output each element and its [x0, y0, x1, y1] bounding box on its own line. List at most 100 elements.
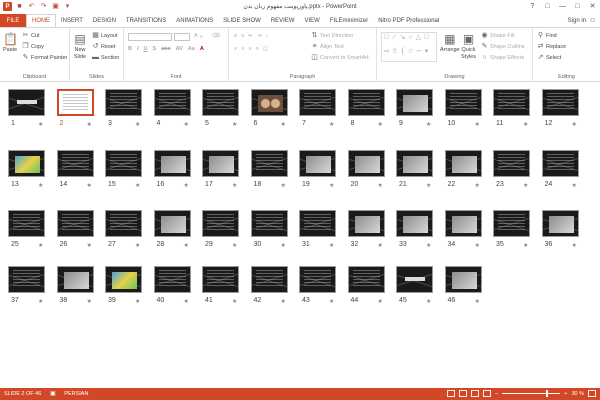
transition-star-icon[interactable]: ★: [426, 298, 431, 305]
tab-slide-show[interactable]: SLIDE SHOW: [218, 14, 266, 27]
arrow-shape-icon[interactable]: ↘: [399, 34, 406, 41]
up-arrow-shape-icon[interactable]: ⇧: [391, 48, 398, 55]
slide-thumbnail[interactable]: [299, 89, 336, 116]
clear-format-icon[interactable]: ⌫: [212, 33, 220, 39]
transition-star-icon[interactable]: ★: [184, 121, 189, 128]
slide-thumbnail[interactable]: [153, 150, 191, 177]
slide-thumbnail[interactable]: [202, 150, 239, 177]
strikethrough-icon[interactable]: abc: [161, 46, 170, 52]
slide-thumbnail[interactable]: [250, 150, 288, 177]
transition-star-icon[interactable]: ★: [232, 242, 237, 249]
slide-thumbnail[interactable]: [105, 210, 142, 237]
slide-thumbnail[interactable]: [347, 150, 385, 177]
transition-star-icon[interactable]: ★: [184, 242, 189, 249]
transition-star-icon[interactable]: ★: [281, 121, 286, 128]
format-painter-button[interactable]: ✎ Format Painter: [22, 54, 68, 61]
transition-star-icon[interactable]: ★: [87, 121, 92, 128]
slide-thumbnail[interactable]: [541, 210, 579, 237]
help-icon[interactable]: ?: [527, 1, 538, 11]
transition-star-icon[interactable]: ★: [378, 242, 383, 249]
underline-icon[interactable]: U: [144, 46, 148, 52]
slide-thumbnail[interactable]: [105, 266, 142, 293]
cut-button[interactable]: ✂ Cut: [22, 32, 40, 39]
oval-shape-icon[interactable]: ○: [407, 34, 414, 41]
slide-thumbnail[interactable]: [56, 266, 94, 293]
transition-star-icon[interactable]: ★: [184, 298, 189, 305]
square-shape-icon[interactable]: □: [423, 34, 430, 41]
zoom-level[interactable]: 30 %: [571, 391, 584, 397]
char-spacing-icon[interactable]: AV: [176, 46, 183, 52]
tab-animations[interactable]: ANIMATIONS: [171, 14, 218, 27]
close-icon[interactable]: ✕: [587, 1, 598, 11]
triangle-shape-icon[interactable]: △: [415, 34, 422, 41]
increase-indent-icon[interactable]: ⇥: [257, 33, 262, 39]
transition-star-icon[interactable]: ★: [38, 121, 43, 128]
transition-star-icon[interactable]: ★: [281, 182, 286, 189]
bullets-icon[interactable]: ≡: [234, 33, 237, 39]
quick-styles-button[interactable]: ▣ Quick Styles: [461, 32, 476, 60]
transition-star-icon[interactable]: ★: [329, 242, 334, 249]
slide-thumbnail[interactable]: [8, 150, 45, 177]
transition-star-icon[interactable]: ★: [426, 182, 431, 189]
slide-thumbnail[interactable]: [56, 89, 94, 116]
fit-slide-icon[interactable]: [588, 390, 596, 397]
align-buttons[interactable]: ≡ ≡ ≡ ≡ ◫: [234, 46, 268, 52]
transition-star-icon[interactable]: ★: [38, 298, 43, 305]
slide-thumbnail[interactable]: [299, 266, 336, 293]
slide-thumbnail[interactable]: [444, 266, 482, 293]
slide-thumbnail[interactable]: [347, 266, 385, 293]
section-button[interactable]: ▬ Section: [92, 54, 119, 61]
slide-sorter-view-icon[interactable]: [459, 390, 468, 397]
maximize-icon[interactable]: □: [572, 1, 583, 11]
slide-thumbnail[interactable]: [202, 210, 239, 237]
zoom-slider-knob[interactable]: [546, 390, 549, 397]
font-size-dropdown[interactable]: [174, 33, 190, 41]
transition-star-icon[interactable]: ★: [378, 298, 383, 305]
transition-star-icon[interactable]: ★: [38, 182, 43, 189]
tab-design[interactable]: DESIGN: [88, 14, 121, 27]
brace-shape-icon[interactable]: {: [399, 48, 406, 55]
slide-thumbnail[interactable]: [105, 89, 142, 116]
transition-star-icon[interactable]: ★: [232, 298, 237, 305]
slide-thumbnail[interactable]: [105, 150, 142, 177]
right-arrow-shape-icon[interactable]: ⇨: [383, 48, 390, 55]
slide-thumbnail[interactable]: [541, 89, 579, 116]
shapes-gallery[interactable]: □ ∕ ↘ ○ △ □ ⇨ ⇧ { ☆ ∽ ▾: [381, 32, 437, 62]
transition-star-icon[interactable]: ★: [87, 242, 92, 249]
transition-star-icon[interactable]: ★: [184, 182, 189, 189]
reset-button[interactable]: ↺ Reset: [92, 43, 116, 50]
shape-effects-button[interactable]: ○ Shape Effects: [481, 54, 524, 61]
tab-insert[interactable]: INSERT: [56, 14, 88, 27]
slide-show-view-icon[interactable]: [483, 390, 492, 397]
arrange-button[interactable]: ▦ Arrange: [440, 32, 460, 53]
tab-home[interactable]: HOME: [26, 14, 56, 27]
slide-thumbnail[interactable]: [396, 150, 433, 177]
new-slide-button[interactable]: ▤ New Slide: [73, 32, 87, 60]
slide-thumbnail[interactable]: [250, 89, 288, 116]
transition-star-icon[interactable]: ★: [378, 121, 383, 128]
slide-thumbnail[interactable]: [153, 210, 191, 237]
tab-view[interactable]: VIEW: [300, 14, 325, 27]
font-name-dropdown[interactable]: [128, 33, 172, 41]
slide-thumbnail[interactable]: [347, 210, 385, 237]
grow-font-icon[interactable]: AA: [194, 33, 203, 39]
slide-thumbnail[interactable]: [8, 266, 45, 293]
font-color-icon[interactable]: A: [200, 46, 204, 52]
line-spacing-icon[interactable]: ↕: [266, 33, 269, 39]
align-right-icon[interactable]: ≡: [248, 46, 251, 52]
shape-fill-button[interactable]: ◉ Shape Fill: [481, 32, 514, 39]
transition-star-icon[interactable]: ★: [475, 121, 480, 128]
slide-thumbnail[interactable]: [347, 89, 385, 116]
transition-star-icon[interactable]: ★: [475, 298, 480, 305]
select-button[interactable]: ↗ Select: [537, 54, 562, 61]
slide-thumbnail[interactable]: [56, 150, 94, 177]
tab-transitions[interactable]: TRANSITIONS: [121, 14, 171, 27]
layout-button[interactable]: ▦ Layout: [92, 32, 117, 39]
slide-thumbnail[interactable]: [493, 210, 530, 237]
transition-star-icon[interactable]: ★: [378, 182, 383, 189]
transition-star-icon[interactable]: ★: [572, 121, 577, 128]
slide-thumbnail[interactable]: [8, 89, 45, 116]
transition-star-icon[interactable]: ★: [329, 121, 334, 128]
sign-in-label[interactable]: Sign in: [568, 18, 586, 24]
slide-thumbnail[interactable]: [299, 150, 336, 177]
